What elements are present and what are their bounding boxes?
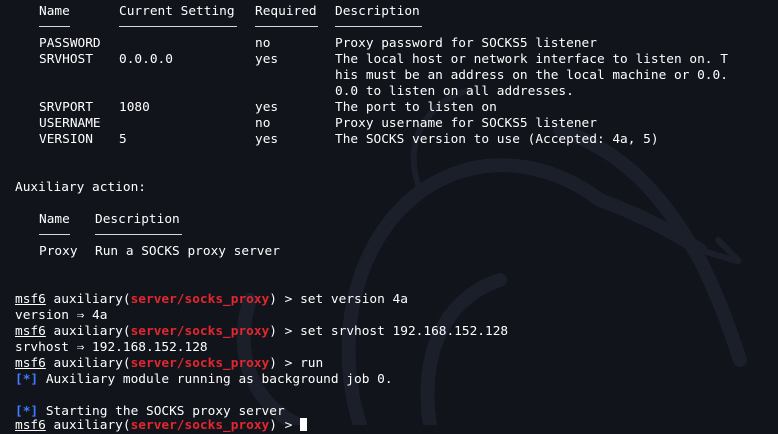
option-required: no xyxy=(255,116,271,131)
option-required: yes xyxy=(255,100,279,115)
prompt-module: server/socks_proxy xyxy=(130,418,270,433)
aux-action-description: Run a SOCKS proxy server xyxy=(95,244,280,259)
command-text: set version 4a xyxy=(300,292,408,307)
option-required: yes xyxy=(255,132,279,147)
prompt-prefix: msf6 xyxy=(15,356,46,371)
status-text: Auxiliary module running as background j… xyxy=(38,372,393,387)
prompt-suffix: ) > xyxy=(269,324,301,339)
option-name: USERNAME xyxy=(39,116,101,131)
prompt-suffix: ) > xyxy=(269,418,301,433)
prompt-mid: auxiliary( xyxy=(45,418,131,433)
header-underline xyxy=(335,26,422,27)
active-prompt-line[interactable]: msf6 auxiliary(server/socks_proxy) > xyxy=(15,418,308,434)
option-setting: 0.0.0.0 xyxy=(119,52,173,67)
prompt-module: server/socks_proxy xyxy=(130,356,270,371)
header-underline xyxy=(255,26,318,27)
prompt-mid: auxiliary( xyxy=(45,356,131,371)
aux-action-name: Proxy xyxy=(39,244,78,259)
aux-col-header-description: Description xyxy=(95,212,180,227)
header-underline xyxy=(39,26,70,27)
col-header-name: Name xyxy=(39,4,70,19)
command-line: msf6 auxiliary(server/socks_proxy) > run xyxy=(15,356,323,372)
prompt-module: server/socks_proxy xyxy=(130,324,270,339)
prompt-module: server/socks_proxy xyxy=(130,292,270,307)
option-description: The port to listen on xyxy=(335,100,497,115)
col-header-description: Description xyxy=(335,4,420,19)
prompt-prefix: msf6 xyxy=(15,292,46,307)
header-underline xyxy=(95,234,182,235)
option-description: Proxy username for SOCKS5 listener xyxy=(335,116,597,131)
prompt-prefix: msf6 xyxy=(15,418,46,433)
prompt-mid: auxiliary( xyxy=(45,324,131,339)
status-line: [*] Auxiliary module running as backgrou… xyxy=(15,372,393,388)
status-marker: [*] xyxy=(15,372,39,387)
option-description-cont: his must be an address on the local mach… xyxy=(335,68,728,83)
status-text: Starting the SOCKS proxy server xyxy=(38,404,285,419)
col-header-required: Required xyxy=(255,4,317,19)
command-text: set srvhost 192.168.152.128 xyxy=(300,324,509,339)
option-required: yes xyxy=(255,52,279,67)
option-required: no xyxy=(255,36,271,51)
option-setting: 1080 xyxy=(119,100,150,115)
option-name: VERSION xyxy=(39,132,93,147)
option-name: PASSWORD xyxy=(39,36,101,51)
option-setting: 5 xyxy=(119,132,127,147)
command-output: srvhost ⇒ 192.168.152.128 xyxy=(15,340,208,355)
command-line: msf6 auxiliary(server/socks_proxy) > set… xyxy=(15,324,508,340)
prompt-suffix: ) > xyxy=(269,356,301,371)
col-header-current-setting: Current Setting xyxy=(119,4,235,19)
option-description: The local host or network interface to l… xyxy=(335,52,728,67)
header-underline xyxy=(39,234,70,235)
header-underline xyxy=(119,26,237,27)
aux-action-title: Auxiliary action: xyxy=(15,180,146,195)
prompt-suffix: ) > xyxy=(269,292,301,307)
option-description-cont: 0.0 to listen on all addresses. xyxy=(335,84,574,99)
option-description: The SOCKS version to use (Accepted: 4a, … xyxy=(335,132,659,147)
aux-col-header-name: Name xyxy=(39,212,70,227)
prompt-prefix: msf6 xyxy=(15,324,46,339)
option-name: SRVHOST xyxy=(39,52,93,67)
command-line: msf6 auxiliary(server/socks_proxy) > set… xyxy=(15,292,408,308)
prompt-mid: auxiliary( xyxy=(45,292,131,307)
terminal-window[interactable]: Name Current Setting Required Descriptio… xyxy=(0,0,778,433)
status-marker: [*] xyxy=(15,404,39,419)
command-output: version ⇒ 4a xyxy=(15,308,108,323)
option-description: Proxy password for SOCKS5 listener xyxy=(335,36,597,51)
command-text: run xyxy=(300,356,324,371)
option-name: SRVPORT xyxy=(39,100,93,115)
